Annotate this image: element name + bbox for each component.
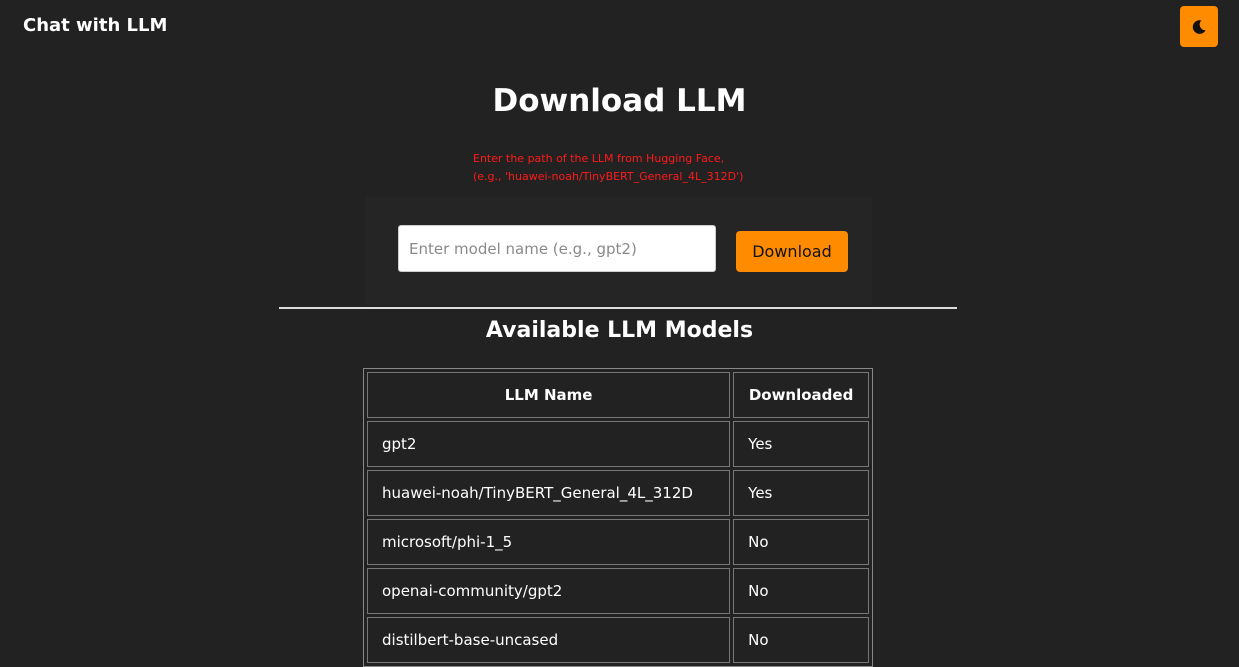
model-name-cell: distilbert-base-uncased: [367, 617, 731, 663]
theme-toggle-button[interactable]: [1180, 6, 1218, 47]
hint-text: Enter the path of the LLM from Hugging F…: [473, 150, 743, 186]
column-header-downloaded: Downloaded: [733, 372, 869, 418]
download-button[interactable]: Download: [736, 231, 848, 272]
downloaded-cell: No: [733, 617, 869, 663]
downloaded-cell: Yes: [733, 470, 869, 516]
model-name-cell: microsoft/phi-1_5: [367, 519, 731, 565]
model-name-cell: openai-community/gpt2: [367, 568, 731, 614]
downloaded-cell: No: [733, 519, 869, 565]
model-name-cell: huawei-noah/TinyBERT_General_4L_312D: [367, 470, 731, 516]
table-row: huawei-noah/TinyBERT_General_4L_312D Yes: [367, 470, 869, 516]
app-title: Chat with LLM: [23, 15, 168, 36]
model-name-cell: gpt2: [367, 421, 731, 467]
table-row: distilbert-base-uncased No: [367, 617, 869, 663]
models-table: LLM Name Downloaded gpt2 Yes huawei-noah…: [363, 368, 873, 667]
downloaded-cell: No: [733, 568, 869, 614]
column-header-llm-name: LLM Name: [367, 372, 731, 418]
hint-line-2: (e.g., 'huawei-noah/TinyBERT_General_4L_…: [473, 170, 744, 183]
table-row: gpt2 Yes: [367, 421, 869, 467]
table-row: microsoft/phi-1_5 No: [367, 519, 869, 565]
section-divider: [279, 307, 957, 309]
table-header-row: LLM Name Downloaded: [367, 372, 869, 418]
model-name-input[interactable]: [398, 225, 716, 272]
top-bar: Chat with LLM: [0, 0, 1239, 54]
models-section-title: Available LLM Models: [485, 318, 754, 343]
page-title: Download LLM: [492, 83, 747, 119]
moon-icon: [1191, 19, 1207, 35]
table-row: openai-community/gpt2 No: [367, 568, 869, 614]
hint-line-1: Enter the path of the LLM from Hugging F…: [473, 152, 725, 165]
downloaded-cell: Yes: [733, 421, 869, 467]
download-form: Download: [366, 197, 872, 305]
